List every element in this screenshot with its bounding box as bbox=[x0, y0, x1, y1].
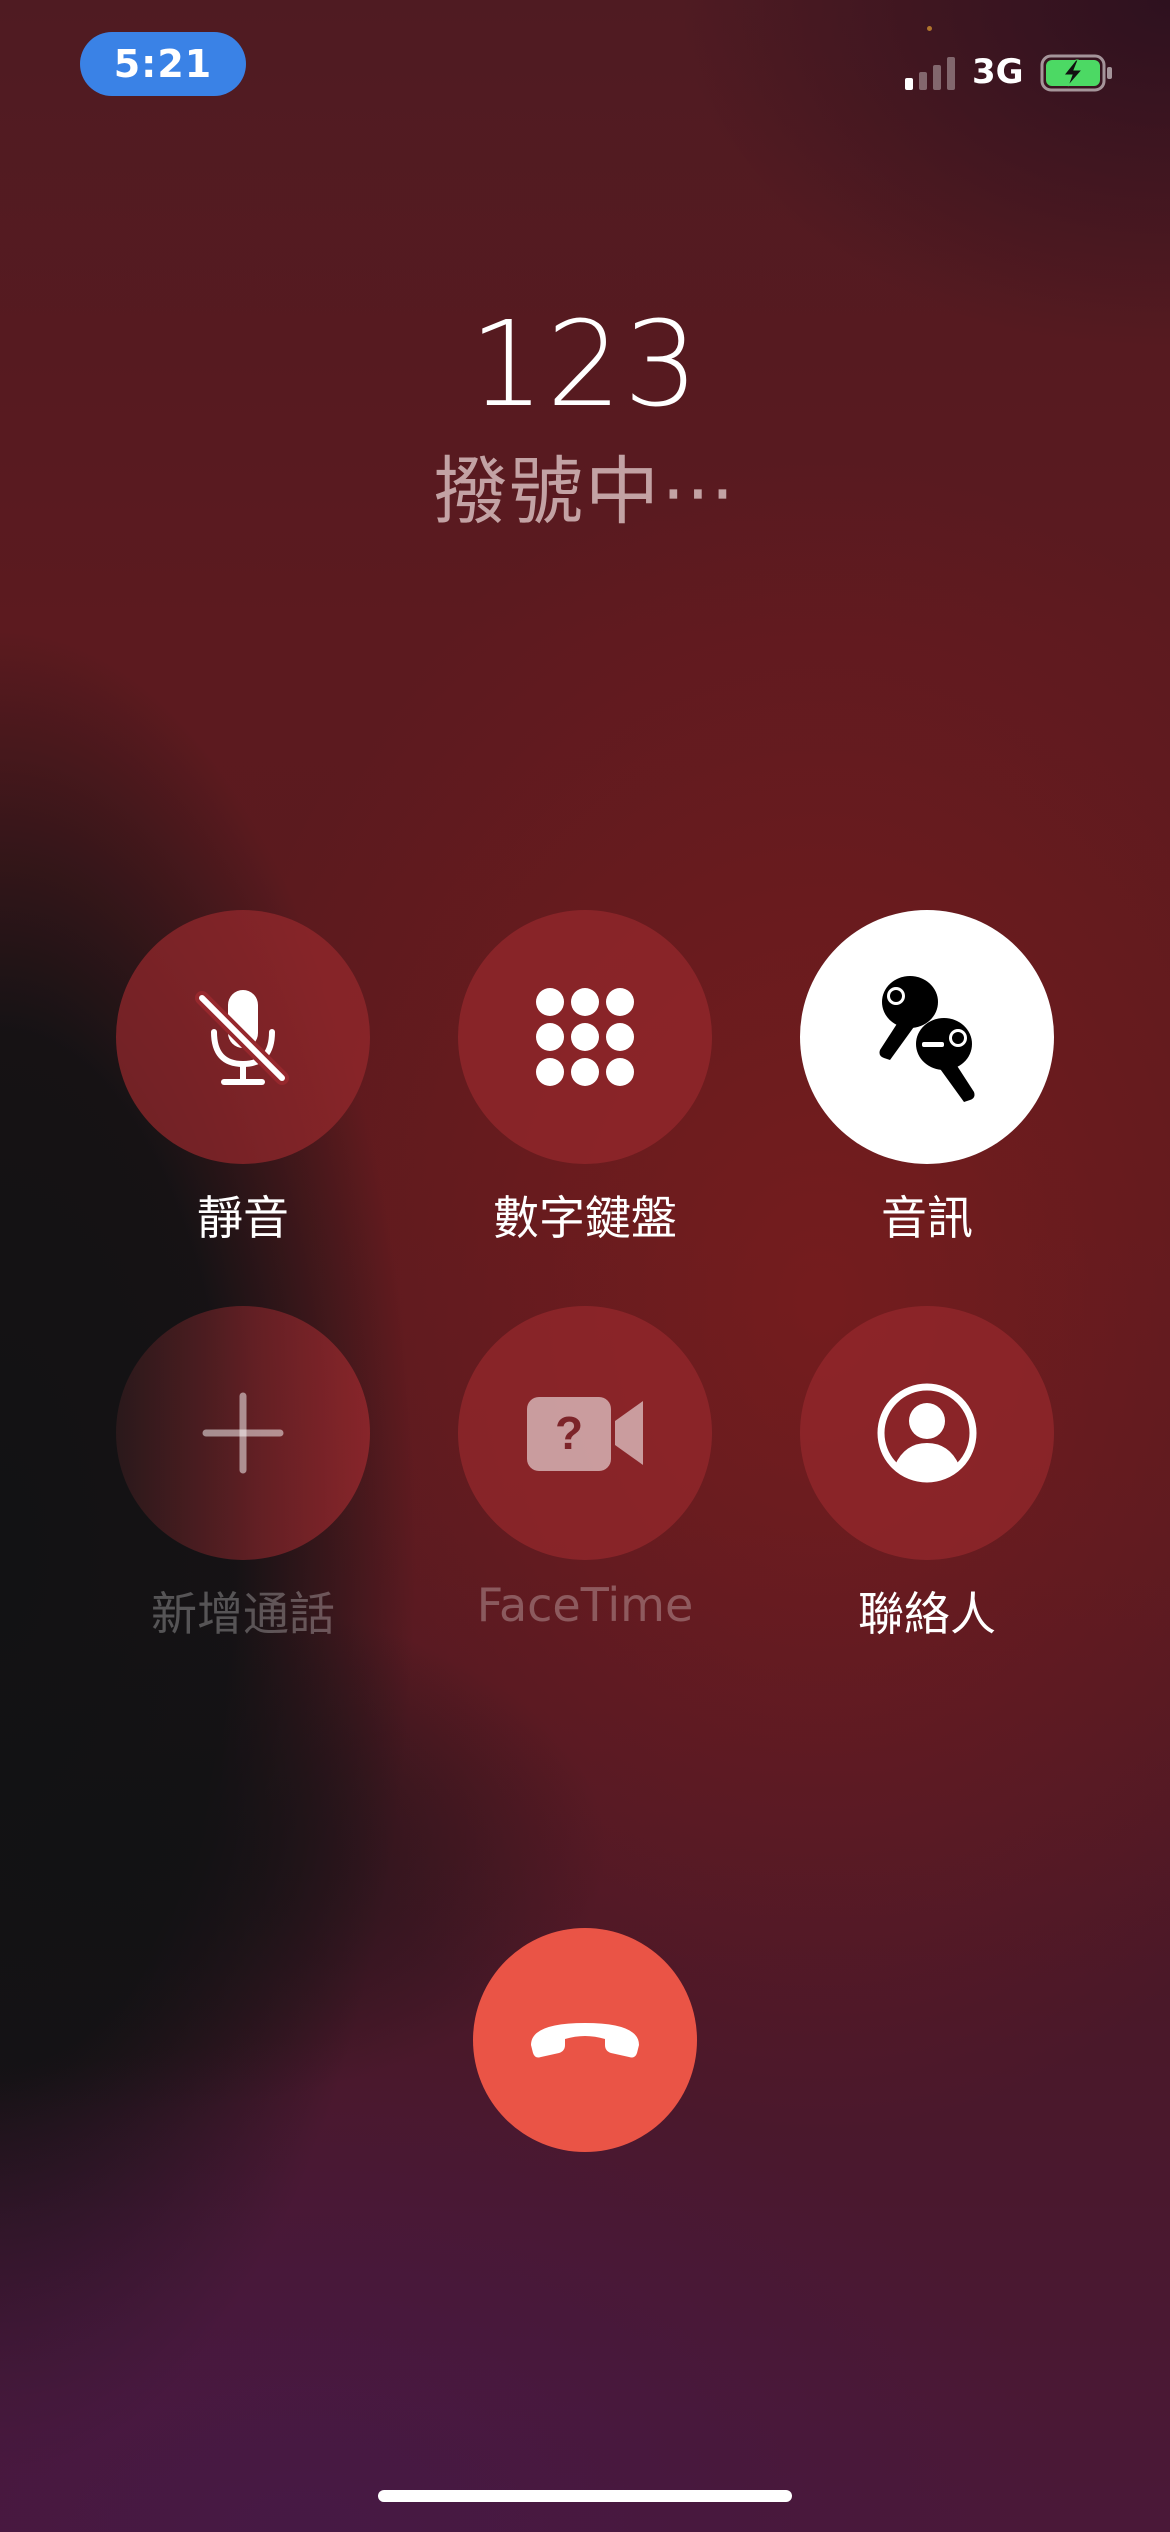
contacts-button[interactable]: 聯絡人 bbox=[800, 1306, 1054, 1644]
signal-bar bbox=[933, 65, 941, 90]
signal-bar bbox=[905, 78, 913, 90]
audio-button-circle[interactable] bbox=[800, 910, 1054, 1164]
contacts-button-circle[interactable] bbox=[800, 1306, 1054, 1560]
add-call-button-circle[interactable] bbox=[116, 1306, 370, 1560]
mic-slash-icon bbox=[195, 990, 289, 1085]
facetime-label: FaceTime bbox=[476, 1578, 694, 1632]
audio-label: 音訊 bbox=[881, 1191, 973, 1245]
signal-bar bbox=[947, 57, 955, 90]
call-status: 撥號中⋯ bbox=[433, 449, 737, 535]
end-call-button[interactable] bbox=[473, 1928, 697, 2152]
phone-down-icon bbox=[531, 2023, 639, 2058]
facetime-button[interactable]: ? FaceTime bbox=[458, 1306, 712, 1632]
network-type: 3G bbox=[972, 52, 1024, 92]
keypad-button[interactable]: 數字鍵盤 bbox=[458, 910, 712, 1248]
cellular-signal-icon bbox=[905, 56, 957, 90]
airpods-icon bbox=[879, 976, 975, 1102]
signal-bar bbox=[919, 72, 927, 90]
battery-charging-icon bbox=[1040, 54, 1114, 92]
call-screen: 5:21 3G 123 撥號中⋯ 靜音 數字鍵盤 音訊 新增通話 ? FaceT… bbox=[0, 0, 1170, 2532]
audio-button[interactable]: 音訊 bbox=[800, 910, 1054, 1248]
status-time-pill[interactable]: 5:21 bbox=[80, 32, 246, 96]
mute-button[interactable]: 靜音 bbox=[116, 910, 370, 1248]
mute-button-circle[interactable] bbox=[116, 910, 370, 1164]
keypad-icon bbox=[536, 988, 634, 1086]
svg-text:?: ? bbox=[555, 1407, 583, 1459]
caller-number: 123 bbox=[469, 295, 701, 433]
keypad-button-circle[interactable] bbox=[458, 910, 712, 1164]
home-indicator[interactable] bbox=[378, 2490, 792, 2502]
person-circle-icon bbox=[877, 1383, 977, 1483]
add-call-label: 新增通話 bbox=[151, 1587, 335, 1641]
contacts-label: 聯絡人 bbox=[858, 1587, 996, 1641]
mute-label: 靜音 bbox=[197, 1191, 289, 1245]
add-call-button[interactable]: 新增通話 bbox=[116, 1306, 370, 1644]
keypad-label: 數字鍵盤 bbox=[493, 1191, 677, 1245]
plus-icon bbox=[202, 1392, 284, 1474]
status-time: 5:21 bbox=[113, 42, 213, 86]
facetime-video-question-icon: ? bbox=[527, 1397, 643, 1471]
facetime-button-circle[interactable]: ? bbox=[458, 1306, 712, 1560]
camera-indicator-dot bbox=[927, 26, 932, 31]
